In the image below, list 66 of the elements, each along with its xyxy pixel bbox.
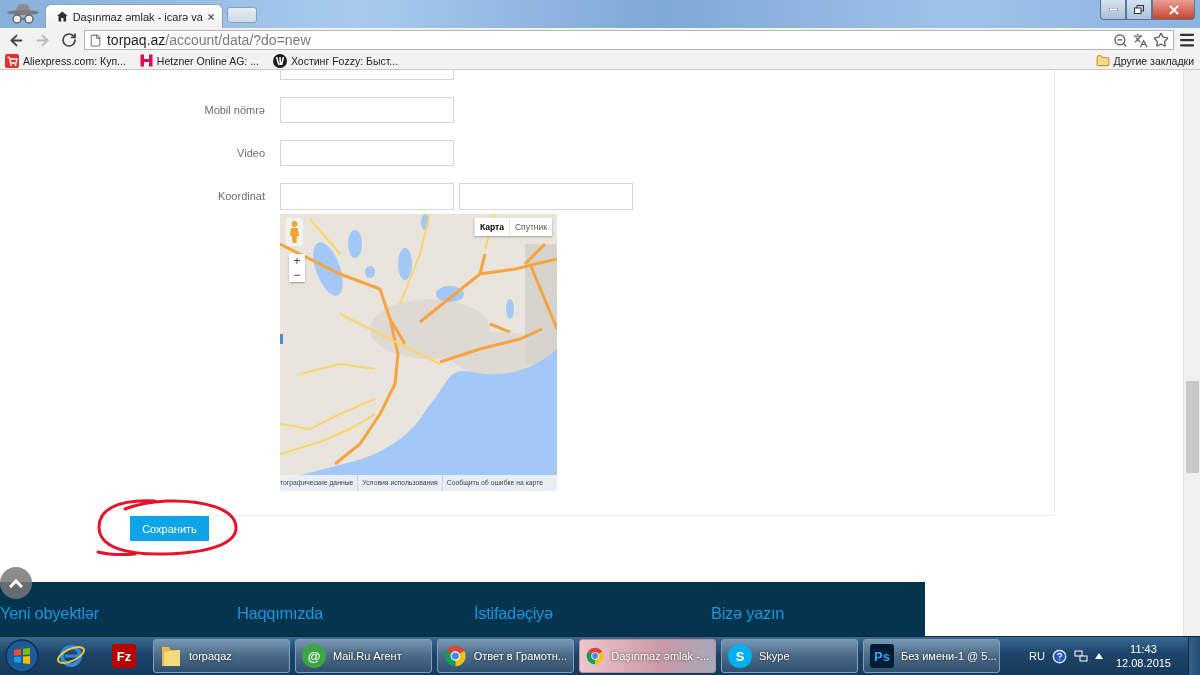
- favicon-icon: [272, 53, 287, 68]
- browser-icon: [56, 642, 86, 670]
- taskbar-button[interactable]: torpaqaz: [153, 639, 290, 673]
- footer-link[interactable]: İstifadəçiyə: [474, 603, 553, 636]
- minimize-button[interactable]: [1100, 0, 1126, 20]
- cart-icon: [5, 53, 19, 68]
- restore-icon: [1134, 5, 1144, 14]
- url-text: torpaq.az/account/data/?do=new: [106, 32, 312, 48]
- footer-link[interactable]: Bizə yazın: [711, 603, 785, 636]
- zoom-in-button[interactable]: +: [289, 254, 305, 268]
- network-icon[interactable]: [1073, 650, 1088, 662]
- start-button[interactable]: [2, 638, 42, 674]
- chrome-icon: [444, 644, 467, 668]
- footer-link[interactable]: Yeni obyektlər: [0, 603, 99, 636]
- triangle-up-icon[interactable]: [1094, 653, 1103, 659]
- app-icon: S: [728, 644, 752, 668]
- browser-tab[interactable]: Daşınmaz əmlak - icarə va: [45, 4, 223, 28]
- field-label: Mobil nömrə: [203, 103, 265, 116]
- page-icon: [88, 33, 102, 47]
- scrollbar[interactable]: [1183, 70, 1200, 636]
- folder-icon: [1095, 53, 1110, 68]
- reload-icon: [60, 32, 77, 48]
- scrollbar-thumb[interactable]: [1185, 381, 1199, 473]
- folder-icon: [160, 644, 182, 668]
- map-type-button[interactable]: Карта: [473, 218, 509, 236]
- scroll-top-button[interactable]: [0, 567, 32, 599]
- field-label: Koordinat: [216, 189, 265, 202]
- input-field[interactable]: [459, 183, 633, 210]
- favicon-icon: [139, 54, 153, 67]
- footer-link[interactable]: Haqqımızda: [237, 603, 323, 636]
- close-button[interactable]: [1152, 0, 1195, 20]
- app-icon: Ps: [870, 644, 894, 668]
- bookmark-link[interactable]: Aliexpress.com: Куп...: [5, 53, 126, 68]
- app-icon: @: [302, 644, 326, 668]
- zoom-out-icon[interactable]: [1113, 32, 1129, 48]
- language-indicator[interactable]: RU: [1029, 650, 1045, 662]
- translate-icon[interactable]: [1133, 32, 1149, 48]
- clock[interactable]: 11:43 12.08.2015: [1115, 642, 1171, 670]
- taskbar-button[interactable]: Ответ в Грамотн...: [437, 639, 574, 673]
- map-type-button[interactable]: Спутник: [508, 218, 552, 236]
- taskbar-button[interactable]: @ Mail.Ru Агент: [295, 639, 432, 673]
- input-field[interactable]: [280, 183, 454, 210]
- bookmark-folder[interactable]: Другие закладки: [1095, 53, 1194, 68]
- taskbar-button[interactable]: S Skype: [721, 639, 858, 673]
- field-label: Video: [236, 146, 265, 159]
- restore-button[interactable]: [1126, 0, 1152, 20]
- minimize-icon: [1108, 8, 1118, 11]
- hat-and-glasses-icon: [5, 3, 40, 25]
- bookmark-link[interactable]: Hetzner Online AG: ...: [139, 54, 259, 67]
- bookmark-link[interactable]: Хостинг Fozzy: Быст...: [272, 53, 399, 68]
- windows-logo-icon: [5, 639, 39, 673]
- tab-title: Daşınmaz əmlak - icarə va: [72, 10, 203, 23]
- house-icon: [57, 10, 68, 23]
- menu-icon: [1178, 31, 1197, 49]
- close-icon[interactable]: [207, 12, 214, 21]
- input-field[interactable]: [280, 97, 454, 123]
- input-field[interactable]: [280, 140, 454, 166]
- app-icon: Fz: [112, 644, 136, 668]
- taskbar-button[interactable]: Ps Без имени-1 @ 5...: [863, 639, 1000, 673]
- chevron-up-icon: [9, 578, 23, 588]
- star-icon[interactable]: [1153, 32, 1170, 48]
- zoom-out-button[interactable]: −: [289, 268, 305, 282]
- help-icon[interactable]: [1051, 648, 1067, 664]
- input-field[interactable]: [280, 70, 454, 80]
- pinned-app-button[interactable]: Fz: [100, 639, 148, 673]
- address-bar[interactable]: torpaq.az/account/data/?do=new: [83, 30, 1175, 50]
